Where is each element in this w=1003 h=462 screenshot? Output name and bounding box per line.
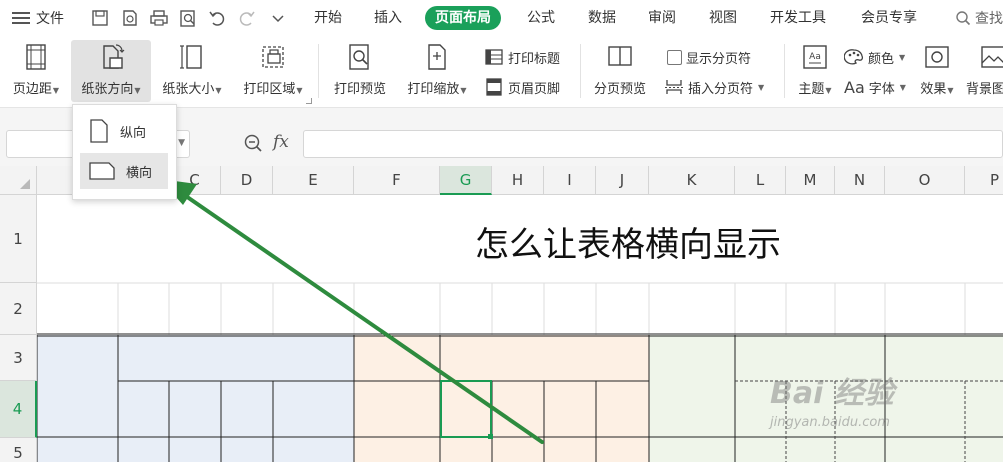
landscape-page-icon	[89, 162, 115, 180]
portrait-label: 纵向	[120, 125, 147, 141]
portrait-option[interactable]: 纵向	[80, 113, 168, 149]
landscape-label: 横向	[126, 165, 153, 181]
arrow-shaft	[178, 190, 544, 444]
landscape-option[interactable]: 横向	[80, 153, 168, 189]
annotation-arrow	[160, 179, 544, 444]
portrait-page-icon	[90, 119, 108, 143]
orientation-dropdown: 纵向 横向	[72, 104, 177, 200]
